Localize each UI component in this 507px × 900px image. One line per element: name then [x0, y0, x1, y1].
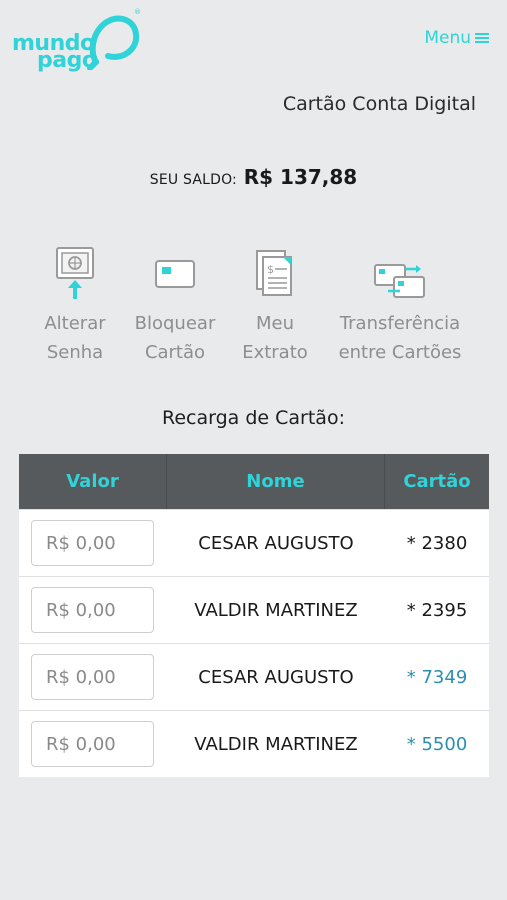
statement-icon: $: [256, 250, 292, 296]
balance-label: SEU SALDO:: [149, 172, 237, 188]
action-label-line2: Senha: [46, 342, 104, 363]
mundo-pago-logo[interactable]: ® mundo pago: [10, 6, 141, 73]
value-cell: [19, 654, 167, 700]
column-header-card: Cartão: [403, 471, 471, 492]
page-title: Cartão Conta Digital: [282, 93, 476, 115]
card-number: * 2380: [406, 532, 468, 554]
statement-action[interactable]: $ Meu Extrato: [236, 245, 314, 367]
value-cell: [19, 520, 167, 566]
column-header-value: Valor: [19, 454, 167, 509]
recharge-amount-input[interactable]: [31, 721, 154, 767]
logo-text-pago: pago: [37, 48, 97, 73]
table-header: Valor Nome Cartão: [19, 454, 489, 509]
action-label-line1: Meu: [255, 313, 294, 334]
cardholder-name: CESAR AUGUSTO: [198, 666, 354, 688]
recharge-amount-input[interactable]: [31, 654, 154, 700]
table-row: CESAR AUGUSTO * 2380: [19, 509, 489, 576]
action-label-line1: Bloquear: [134, 313, 216, 334]
transfer-action[interactable]: Transferência entre Cartões: [337, 245, 463, 367]
recharge-section-title: Recarga de Cartão:: [162, 407, 345, 429]
cardholder-name: CESAR AUGUSTO: [198, 532, 354, 554]
value-cell: [19, 721, 167, 767]
action-label-line1: Transferência: [339, 313, 461, 334]
transfer-icon: [374, 264, 425, 298]
app-header: ® mundo pago Menu: [0, 0, 507, 90]
card-number-link[interactable]: * 5500: [385, 734, 489, 755]
action-shortcuts: Alterar Senha Bloquear Cartão $ Meu Extr…: [0, 245, 507, 375]
block-card-action[interactable]: Bloquear Cartão: [130, 245, 220, 367]
safe-icon: [56, 247, 94, 299]
value-cell: [19, 587, 167, 633]
table-row: CESAR AUGUSTO * 7349: [19, 643, 489, 710]
action-label-line1: Alterar: [44, 313, 106, 334]
menu-label: Menu: [424, 28, 471, 48]
recharge-amount-input[interactable]: [31, 587, 154, 633]
change-password-action[interactable]: Alterar Senha: [40, 245, 110, 367]
svg-text:$: $: [267, 263, 274, 276]
table-row: VALDIR MARTINEZ * 5500: [19, 710, 489, 777]
table-row: VALDIR MARTINEZ * 2395: [19, 576, 489, 643]
card-number-link[interactable]: * 7349: [385, 667, 489, 688]
recharge-amount-input[interactable]: [31, 520, 154, 566]
column-header-name: Nome: [167, 454, 385, 509]
svg-text:®: ®: [134, 8, 141, 16]
balance-value: R$ 137,88: [243, 165, 358, 189]
action-label-line2: Extrato: [242, 342, 308, 363]
menu-button[interactable]: Menu: [424, 28, 489, 48]
cardholder-name: VALDIR MARTINEZ: [194, 599, 358, 621]
card-icon: [155, 260, 195, 288]
action-label-line2: entre Cartões: [338, 342, 462, 363]
card-number: * 2395: [406, 599, 468, 621]
cardholder-name: VALDIR MARTINEZ: [194, 733, 358, 755]
hamburger-icon: [475, 32, 489, 44]
recharge-table: Valor Nome Cartão CESAR AUGUSTO * 2380 V…: [19, 454, 489, 777]
action-label-line2: Cartão: [144, 342, 206, 363]
balance-display: SEU SALDO: R$ 137,88: [0, 165, 507, 189]
